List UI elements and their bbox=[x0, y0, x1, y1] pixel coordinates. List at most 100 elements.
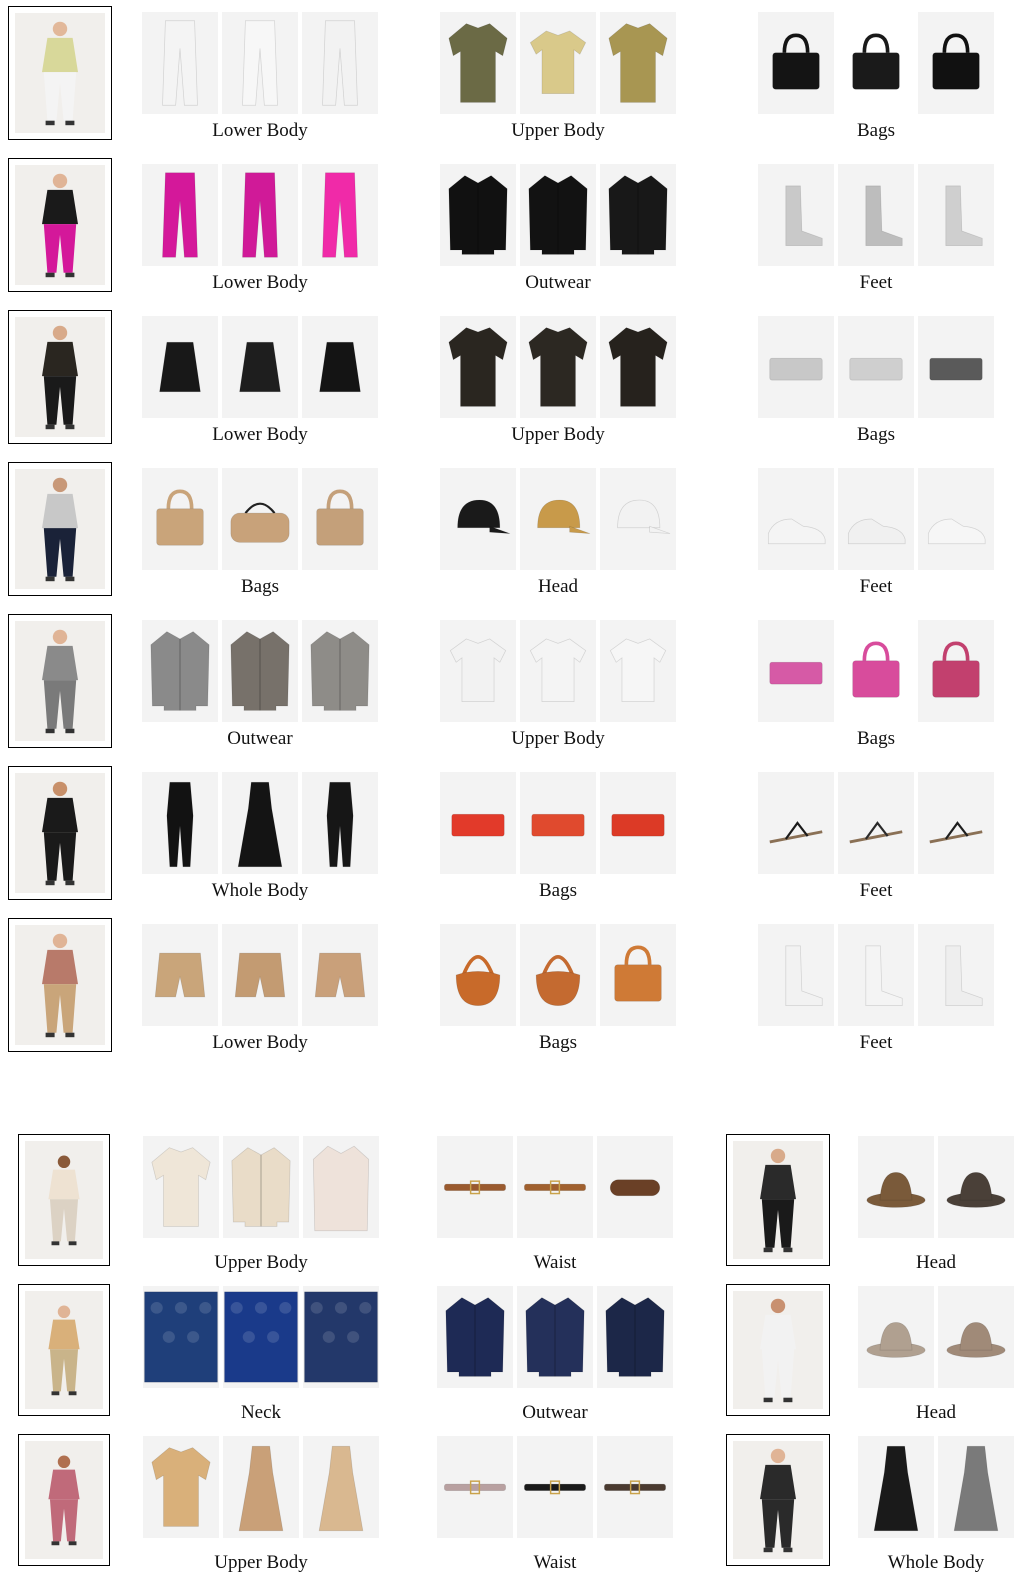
product-thumbnail bbox=[758, 620, 834, 722]
product-thumbnail bbox=[302, 924, 378, 1026]
retrieval-group: Feet bbox=[720, 164, 1032, 296]
product-thumbnail bbox=[938, 1136, 1014, 1238]
retrieval-group: Upper Body bbox=[410, 620, 706, 752]
retrieval-row: Upper Body Waist Whole Body bbox=[0, 1430, 1032, 1576]
retrieval-group: Bags bbox=[410, 924, 706, 1056]
product-thumbnail bbox=[302, 316, 378, 418]
product-thumbnail bbox=[838, 12, 914, 114]
product-thumbnail bbox=[303, 1436, 379, 1538]
query-outfit-image bbox=[18, 1134, 110, 1266]
product-thumbnail bbox=[437, 1136, 513, 1238]
product-thumbnail bbox=[938, 1286, 1014, 1388]
retrieval-row: Whole Body Bags Feet bbox=[0, 766, 1032, 912]
product-thumbnail bbox=[143, 1136, 219, 1238]
retrieval-group: Whole Body bbox=[118, 772, 402, 904]
product-thumbnail bbox=[520, 620, 596, 722]
query-outfit-image bbox=[726, 1284, 830, 1416]
retrieval-group: Feet bbox=[720, 924, 1032, 1056]
query-outfit-image bbox=[18, 1284, 110, 1416]
product-thumbnail bbox=[838, 468, 914, 570]
retrieval-row: Neck Outwear Head bbox=[0, 1280, 1032, 1426]
product-thumbnail bbox=[600, 772, 676, 874]
category-label: Lower Body bbox=[212, 1032, 308, 1053]
product-thumbnail bbox=[303, 1136, 379, 1238]
product-thumbnail bbox=[440, 924, 516, 1026]
product-thumbnail bbox=[222, 164, 298, 266]
product-thumbnail bbox=[437, 1286, 513, 1388]
product-thumbnail bbox=[600, 620, 676, 722]
retrieval-group: Waist bbox=[410, 1436, 700, 1576]
category-label: Bags bbox=[539, 1032, 577, 1053]
category-label: Neck bbox=[240, 1402, 282, 1423]
product-thumbnail bbox=[918, 924, 994, 1026]
product-thumbnail bbox=[600, 468, 676, 570]
category-label: Upper Body bbox=[214, 1552, 308, 1573]
category-label: Upper Body bbox=[511, 728, 605, 749]
retrieval-group: Whole Body bbox=[838, 1436, 1032, 1576]
retrieval-group: Lower Body bbox=[118, 164, 402, 296]
product-thumbnail bbox=[838, 772, 914, 874]
category-label: Upper Body bbox=[511, 424, 605, 445]
product-thumbnail bbox=[222, 620, 298, 722]
retrieval-group: Outwear bbox=[118, 620, 402, 752]
product-thumbnail bbox=[758, 164, 834, 266]
category-label: Whole Body bbox=[211, 880, 309, 901]
product-thumbnail bbox=[858, 1436, 934, 1538]
product-thumbnail bbox=[918, 316, 994, 418]
retrieval-group: Head bbox=[838, 1286, 1032, 1426]
product-thumbnail bbox=[223, 1136, 299, 1238]
product-thumbnail bbox=[302, 468, 378, 570]
product-thumbnail bbox=[142, 12, 218, 114]
product-thumbnail bbox=[142, 316, 218, 418]
retrieval-group: Upper Body bbox=[130, 1436, 392, 1576]
query-outfit-image bbox=[8, 158, 112, 292]
category-label: Lower Body bbox=[212, 272, 308, 293]
retrieval-group: Upper Body bbox=[410, 316, 706, 448]
query-outfit-image bbox=[8, 766, 112, 900]
product-thumbnail bbox=[918, 12, 994, 114]
category-label: Bags bbox=[857, 728, 895, 749]
product-thumbnail bbox=[517, 1436, 593, 1538]
product-thumbnail bbox=[222, 468, 298, 570]
product-thumbnail bbox=[517, 1136, 593, 1238]
category-label: Outwear bbox=[522, 1402, 588, 1423]
product-thumbnail bbox=[223, 1286, 299, 1388]
query-outfit-image bbox=[8, 614, 112, 748]
product-thumbnail bbox=[520, 772, 596, 874]
product-thumbnail bbox=[440, 772, 516, 874]
category-label: Outwear bbox=[525, 272, 591, 293]
retrieval-group: Feet bbox=[720, 468, 1032, 600]
retrieval-group: Bags bbox=[720, 316, 1032, 448]
category-label: Head bbox=[915, 1252, 957, 1273]
category-label: Feet bbox=[859, 1032, 893, 1053]
product-thumbnail bbox=[520, 468, 596, 570]
product-thumbnail bbox=[758, 468, 834, 570]
query-outfit-image bbox=[8, 918, 112, 1052]
retrieval-row: Upper Body Waist Head bbox=[0, 1130, 1032, 1276]
product-thumbnail bbox=[223, 1436, 299, 1538]
query-outfit-image bbox=[726, 1434, 830, 1566]
product-thumbnail bbox=[838, 620, 914, 722]
category-label: Lower Body bbox=[212, 424, 308, 445]
retrieval-group: Waist bbox=[410, 1136, 700, 1276]
retrieval-row: Lower Body Upper Body Bags bbox=[0, 310, 1032, 456]
product-thumbnail bbox=[222, 12, 298, 114]
retrieval-group: Bags bbox=[720, 12, 1032, 144]
product-thumbnail bbox=[143, 1286, 219, 1388]
product-thumbnail bbox=[302, 164, 378, 266]
product-thumbnail bbox=[600, 12, 676, 114]
retrieval-row: Lower Body Bags Feet bbox=[0, 918, 1032, 1064]
category-label: Bags bbox=[857, 424, 895, 445]
product-thumbnail bbox=[600, 924, 676, 1026]
category-label: Head bbox=[915, 1402, 957, 1423]
category-label: Upper Body bbox=[214, 1252, 308, 1273]
product-thumbnail bbox=[143, 1436, 219, 1538]
category-label: Bags bbox=[857, 120, 895, 141]
query-outfit-image bbox=[18, 1434, 110, 1566]
retrieval-group: Lower Body bbox=[118, 316, 402, 448]
product-thumbnail bbox=[838, 164, 914, 266]
product-thumbnail bbox=[600, 164, 676, 266]
category-label: Waist bbox=[533, 1252, 577, 1273]
retrieval-group: Neck bbox=[130, 1286, 392, 1426]
category-label: Outwear bbox=[227, 728, 293, 749]
